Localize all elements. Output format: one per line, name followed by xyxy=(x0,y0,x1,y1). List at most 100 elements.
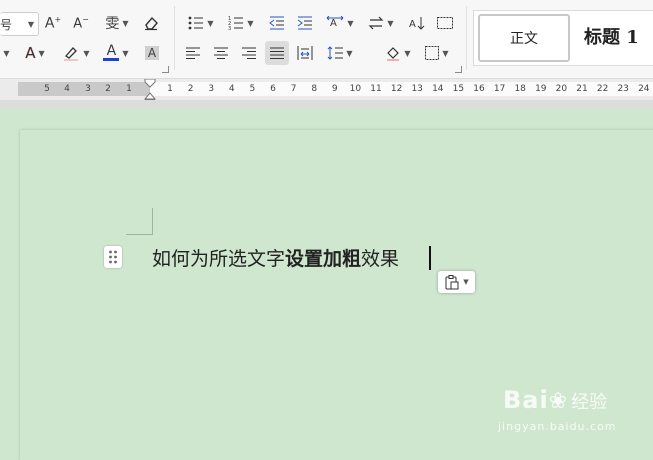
border-icon xyxy=(425,46,440,60)
align-center-button[interactable] xyxy=(210,42,232,64)
align-right-button[interactable] xyxy=(238,42,260,64)
char-shading-icon: A xyxy=(144,46,160,60)
char-spacing-icon: A xyxy=(327,16,344,29)
justify-button[interactable] xyxy=(265,41,289,65)
sort-button[interactable]: A xyxy=(406,12,428,34)
chevron-down-icon: ▼ xyxy=(38,48,45,58)
paint-bucket-icon xyxy=(387,47,400,61)
font-color-bar xyxy=(103,58,120,61)
phonetic-icon: 雯 xyxy=(105,16,120,32)
show-marks-button[interactable] xyxy=(434,12,456,34)
separator xyxy=(174,6,175,70)
justify-icon xyxy=(270,47,284,59)
ruler-tick: 14 xyxy=(432,84,444,94)
watermark: Bai❀ 经验 jingyan.baidu.com xyxy=(498,386,616,433)
increase-indent-button[interactable] xyxy=(294,12,316,34)
shading-button[interactable]: ▼ xyxy=(382,42,414,64)
ruler-tick: 24 xyxy=(638,84,650,94)
text-cursor xyxy=(429,246,431,270)
paw-icon: ❀ xyxy=(548,389,568,414)
ruler-tick: 16 xyxy=(473,84,485,94)
text-effect-icon: A xyxy=(25,44,36,62)
paste-options-button[interactable]: ▼ xyxy=(438,271,475,293)
char-shading-button[interactable]: A xyxy=(142,42,162,64)
text-normal-end: 效果 xyxy=(361,248,400,270)
distribute-button[interactable] xyxy=(294,42,316,64)
ruler-tick: 17 xyxy=(493,84,506,94)
chevron-down-icon: ▼ xyxy=(247,18,254,28)
paragraph-handle[interactable] xyxy=(104,246,122,268)
ruler-tick: 1 xyxy=(126,84,132,94)
svg-text:A: A xyxy=(330,18,337,29)
indent-icon xyxy=(297,16,312,30)
horizontal-ruler[interactable]: 5 4 3 2 1 1 2 3 4 5 6 7 8 9 10 11 12 13 14 15 16 17 18 19 2… xyxy=(0,79,653,106)
bullet-list-button[interactable]: ▼ xyxy=(186,12,216,34)
chevron-down-icon: ▼ xyxy=(387,18,394,28)
paragraph-dialog-launcher[interactable] xyxy=(455,66,462,73)
style-heading1-label: 标题 1 xyxy=(584,27,639,48)
bullet-list-icon xyxy=(189,16,204,30)
borders-button[interactable]: ▼ xyxy=(422,42,452,64)
text-normal-start: 如何为所选文字 xyxy=(152,248,286,270)
ruler-tick: 23 xyxy=(617,84,629,94)
watermark-brand: Bai xyxy=(503,386,549,414)
clear-format-button[interactable] xyxy=(140,12,162,34)
font-dialog-launcher[interactable] xyxy=(162,66,169,73)
font-color-icon: A xyxy=(103,44,120,61)
ruler-tick: 13 xyxy=(411,84,423,94)
ruler-tick: 6 xyxy=(270,84,276,94)
highlighter-icon xyxy=(64,47,79,61)
ruler-tick: 18 xyxy=(514,84,526,94)
highlight-button[interactable]: ▼ xyxy=(60,42,92,64)
ruler-tick: 15 xyxy=(452,84,465,94)
font-color-button[interactable]: A ▼ xyxy=(100,42,132,64)
svg-text:3: 3 xyxy=(228,26,231,30)
ruler-tick: 8 xyxy=(311,84,318,94)
ruler-tick: 2 xyxy=(187,84,194,94)
text-effect-button[interactable]: A ▼ xyxy=(20,42,50,64)
numbered-list-button[interactable]: 123 ▼ xyxy=(226,12,256,34)
font-size-dropdown[interactable]: 号 ▼ xyxy=(0,12,39,36)
grow-font-button[interactable]: A+ xyxy=(42,12,64,34)
document-text-line[interactable]: 如何为所选文字设置加粗效果 xyxy=(152,244,399,271)
text-effect-partial-button[interactable]: ▼ xyxy=(0,42,10,64)
align-left-button[interactable] xyxy=(182,42,204,64)
shrink-font-button[interactable]: A− xyxy=(70,12,92,34)
style-normal-label: 正文 xyxy=(510,31,538,47)
ruler-tick: 3 xyxy=(208,84,215,94)
chevron-down-icon: ▼ xyxy=(122,48,129,58)
svg-text:A: A xyxy=(409,19,416,30)
ruler-tick: 2 xyxy=(105,84,111,94)
text-direction-button[interactable]: ▼ xyxy=(366,12,396,34)
separator xyxy=(466,6,467,70)
ruler-tick: 4 xyxy=(64,84,70,94)
ruler-tick: 7 xyxy=(290,84,297,94)
chevron-down-icon: ▼ xyxy=(463,278,469,286)
font-size-label: 号 xyxy=(0,17,13,32)
canvas-top-gap xyxy=(0,100,653,108)
eraser-icon xyxy=(145,16,158,31)
margin-corner-mark xyxy=(126,208,153,235)
numbered-list-icon: 123 xyxy=(228,16,244,30)
watermark-url: jingyan.baidu.com xyxy=(498,420,617,433)
decrease-indent-button[interactable] xyxy=(266,12,288,34)
style-heading1[interactable]: 标题 1 xyxy=(572,14,653,58)
chevron-down-icon: ▼ xyxy=(83,48,90,58)
chevron-down-icon: ▼ xyxy=(442,48,449,58)
phonetic-guide-button[interactable]: 雯 ▼ xyxy=(100,12,134,34)
ruler-tick: 19 xyxy=(535,84,547,94)
chevron-down-icon: ▼ xyxy=(346,48,353,58)
line-spacing-button[interactable]: ▼ xyxy=(324,42,356,64)
style-normal[interactable]: 正文 xyxy=(478,14,570,62)
ruler-tick: 5 xyxy=(44,84,50,94)
chevron-down-icon: ▼ xyxy=(347,18,354,28)
sort-icon: A xyxy=(409,17,425,30)
chevron-down-icon: ▼ xyxy=(122,18,129,28)
shrink-font-icon: A− xyxy=(73,14,89,32)
ruler-tick: 10 xyxy=(349,84,362,94)
ruler-tick: 22 xyxy=(596,84,609,94)
grow-font-icon: A+ xyxy=(44,14,62,32)
watermark-brand-cn: 经验 xyxy=(571,392,608,413)
ruler-tick: 11 xyxy=(370,84,382,94)
char-spacing-button[interactable]: A ▼ xyxy=(324,12,356,34)
